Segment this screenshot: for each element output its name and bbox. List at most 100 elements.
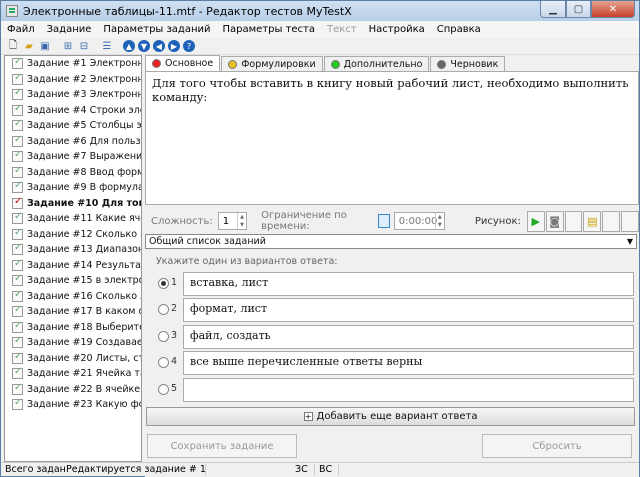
task-check-icon <box>12 273 23 287</box>
answer-radio[interactable] <box>158 304 169 315</box>
question-text-editor[interactable]: Для того чтобы вставить в книгу новый ра… <box>145 71 639 205</box>
status-editing: Редактируется задание # 1( <box>66 464 206 475</box>
blank-picture-icon[interactable] <box>564 210 583 232</box>
task-item[interactable]: Задание #14 Результатом <box>5 258 141 274</box>
task-item-active[interactable]: Задание #10 Для того ч <box>5 196 141 212</box>
task-item[interactable]: Задание #2 Электронная т <box>5 72 141 88</box>
blank-picture-icon[interactable] <box>602 210 621 232</box>
task-check-icon <box>12 196 23 209</box>
answer-text-field[interactable]: формат, лист <box>183 298 634 322</box>
answers-panel: Укажите один из вариантов ответа: 1 вста… <box>145 251 639 477</box>
spinner-arrows-icon[interactable]: ▲ ▼ <box>434 213 444 229</box>
task-list-icon[interactable]: ☰ <box>100 39 114 53</box>
difficulty-spinner[interactable]: 1 ▲ ▼ <box>217 212 248 230</box>
task-item[interactable]: Задание #8 Ввод формулы <box>5 165 141 181</box>
task-item[interactable]: Задание #15 в электронных <box>5 273 141 289</box>
picture-label: Рисунок: <box>474 215 521 227</box>
menu-file[interactable]: Файл <box>1 24 41 35</box>
answer-text-field[interactable] <box>183 378 634 402</box>
time-limit-spinner[interactable]: 0:00:00 ▲ ▼ <box>393 212 445 230</box>
add-answer-button[interactable]: + Добавить еще вариант ответа <box>146 407 635 426</box>
task-item[interactable]: Задание #23 Какую форму <box>5 397 141 413</box>
task-item[interactable]: Задание #5 Столбцы элект <box>5 118 141 134</box>
answer-radio[interactable] <box>158 278 169 289</box>
menu-help[interactable]: Справка <box>431 24 487 35</box>
task-check-icon <box>12 180 23 194</box>
task-group-select[interactable]: Общий список заданий ▼ <box>145 234 637 249</box>
time-limit-checkbox[interactable] <box>377 214 390 228</box>
yellow-dot-icon <box>228 59 238 69</box>
paste-picture-icon[interactable]: ▤ <box>583 210 602 232</box>
tab-draft[interactable]: Черновик <box>430 56 506 71</box>
answer-radio[interactable] <box>158 331 169 342</box>
task-item[interactable]: Задание #20 Листы, строк <box>5 351 141 367</box>
task-item[interactable]: Задание #4 Строки электр <box>5 103 141 119</box>
window-controls: ▁ ▢ ✕ <box>540 1 635 18</box>
answer-text-field[interactable]: все выше перечисленные ответы верны <box>183 351 634 375</box>
app-window: Электронные таблицы-11.mtf - Редактор те… <box>0 0 640 477</box>
tab-formulations[interactable]: Формулировки <box>221 56 323 71</box>
maximize-button[interactable]: ▢ <box>566 1 591 18</box>
task-item[interactable]: Задание #11 Какие ячейк <box>5 211 141 227</box>
menu-settings[interactable]: Настройка <box>363 24 431 35</box>
last-icon[interactable]: ▶ <box>168 40 180 52</box>
task-item[interactable]: Задание #18 Выберите наз <box>5 320 141 336</box>
spinner-arrows-icon[interactable]: ▲ ▼ <box>237 213 246 229</box>
task-item[interactable]: Задание #7 Выражение 5(А <box>5 149 141 165</box>
menu-test-params[interactable]: Параметры теста <box>217 24 322 35</box>
time-limit-label: Ограничение по времени: <box>261 210 347 232</box>
gray-dot-icon <box>437 59 447 69</box>
task-item[interactable]: Задание #21 Ячейка табли <box>5 366 141 382</box>
answer-radio[interactable] <box>158 357 169 368</box>
status-bar: Всего заданий: 2 Редактируется задание #… <box>1 462 639 476</box>
help-icon[interactable]: ? <box>183 40 195 52</box>
tab-main[interactable]: Основное <box>145 55 221 71</box>
open-folder-icon[interactable]: ▰ <box>22 39 36 53</box>
task-item[interactable]: Задание #16 Сколько лист <box>5 289 141 305</box>
minimize-button[interactable]: ▁ <box>540 1 566 18</box>
task-item[interactable]: Задание #3 Электронная т <box>5 87 141 103</box>
task-item[interactable]: Задание #12 Сколько ячее <box>5 227 141 243</box>
task-check-icon <box>12 258 23 271</box>
task-check-icon <box>12 366 23 380</box>
first-icon[interactable]: ◀ <box>153 40 165 52</box>
toolbar-separator <box>54 39 59 53</box>
title-bar[interactable]: Электронные таблицы-11.mtf - Редактор те… <box>1 1 639 21</box>
task-item[interactable]: Задание #6 Для пользоват <box>5 134 141 150</box>
camera-icon[interactable]: ◙ <box>545 210 564 232</box>
task-item[interactable]: Задание #9 В формулах мо <box>5 180 141 196</box>
task-check-icon <box>12 382 23 395</box>
task-item[interactable]: Задание #1 Электронная т <box>5 56 141 72</box>
answer-option: 1 вставка, лист <box>145 272 639 296</box>
menu-task[interactable]: Задание <box>41 24 98 35</box>
save-icon[interactable]: ▣ <box>38 39 52 53</box>
tab-additional[interactable]: Дополнительно <box>323 56 430 71</box>
insert-task-icon[interactable]: ⊟ <box>77 39 91 53</box>
task-check-icon <box>12 72 23 85</box>
window-title: Электронные таблицы-11.mtf - Редактор те… <box>23 4 352 18</box>
task-check-icon <box>12 134 23 147</box>
add-task-icon[interactable]: ⊞ <box>61 39 75 53</box>
task-item[interactable]: Задание #17 В каком форм <box>5 304 141 320</box>
answer-text-field[interactable]: файл, создать <box>183 325 634 349</box>
save-task-button[interactable]: Сохранить задание <box>147 434 297 458</box>
answer-radio[interactable] <box>158 384 169 395</box>
answer-text-field[interactable]: вставка, лист <box>183 272 634 296</box>
load-picture-icon[interactable]: ▶ <box>526 210 545 232</box>
task-check-icon <box>12 149 23 163</box>
reset-button[interactable]: Сбросить <box>482 434 632 458</box>
task-item[interactable]: Задание #22 В ячейке могу <box>5 382 141 398</box>
blank-picture-icon[interactable] <box>621 210 640 232</box>
close-button[interactable]: ✕ <box>591 1 635 18</box>
task-check-icon <box>12 242 23 256</box>
task-list[interactable]: Задание #1 Электронная т Задание #2 Элек… <box>4 55 142 462</box>
menu-task-params[interactable]: Параметры заданий <box>97 24 216 35</box>
move-down-icon[interactable]: ▼ <box>138 40 150 52</box>
move-up-icon[interactable]: ▲ <box>123 40 135 52</box>
task-item[interactable]: Задание #19 Создаваемый <box>5 335 141 351</box>
new-file-icon[interactable]: 🗋 <box>6 39 20 53</box>
task-item[interactable]: Задание #13 Диапазон ячея <box>5 242 141 258</box>
chevron-down-icon: ▼ <box>626 237 633 246</box>
task-check-icon <box>12 165 23 178</box>
task-check-icon <box>12 103 23 116</box>
